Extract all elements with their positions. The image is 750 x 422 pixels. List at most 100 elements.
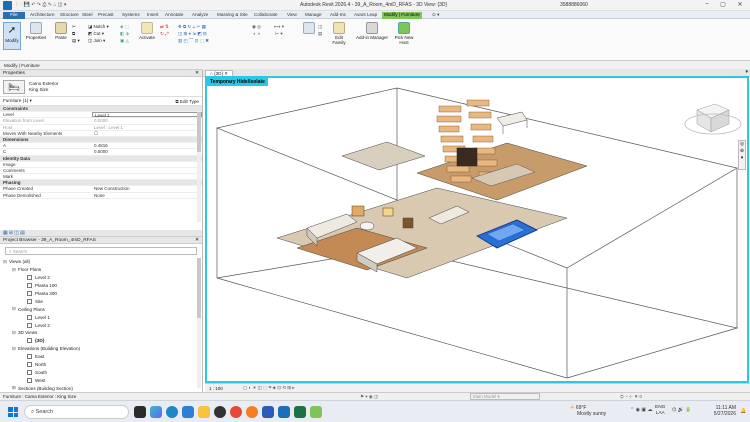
- user-name[interactable]: 3588886060: [560, 2, 588, 8]
- browser-tree-item[interactable]: ⊟ Ceiling Plans: [3, 305, 202, 313]
- properties-scrollbar[interactable]: [197, 112, 201, 222]
- browser-tree-item[interactable]: South: [3, 368, 202, 376]
- geometry-icons[interactable]: ◈ ⬚ ◧ ⬗ ▣ ◬: [120, 23, 129, 44]
- viewcube-icon[interactable]: [684, 103, 742, 135]
- tab-architecture[interactable]: Architecture: [28, 12, 57, 19]
- tab-add-ins[interactable]: Add-Ins: [328, 12, 348, 19]
- modify-tools[interactable]: ✥ ⧉ ↻ ⟂ ✂ ▦ ◫ ⊞ ⌖ ⇲ ◩ ⊟ ▥ ◰ ⌒ ⊡ ⬚ ✖: [178, 23, 209, 44]
- clipboard-small-buttons[interactable]: ✂ ⧉ ▤ ▾: [72, 23, 80, 44]
- tab-modify-furniture[interactable]: Modify | Furniture: [382, 12, 422, 19]
- view-tools[interactable]: ◉ ◎ ◐ ◑: [252, 23, 261, 37]
- addin-manager-button[interactable]: Add-in Manager: [352, 22, 392, 40]
- browser-tree-item[interactable]: North: [3, 361, 202, 369]
- language-indicator[interactable]: ENG LAA: [655, 405, 665, 417]
- browser-scrollbar[interactable]: [197, 258, 201, 388]
- edge-icon[interactable]: [166, 406, 178, 418]
- browser-tree-item[interactable]: ⊟ 3D Views: [3, 329, 202, 337]
- paste-button[interactable]: Paste: [52, 22, 70, 40]
- navigation-bar[interactable]: ◎ ⊕ ▾: [738, 140, 746, 170]
- close-icon[interactable]: ✕: [195, 71, 199, 76]
- tab-file[interactable]: File: [3, 12, 25, 19]
- property-row[interactable]: Phase Demolished None: [0, 193, 202, 199]
- browser-tree-item[interactable]: West: [3, 376, 202, 384]
- revit-logo-icon[interactable]: [3, 1, 12, 10]
- browser-tree-item[interactable]: Planta 300: [3, 290, 202, 298]
- minimize-button[interactable]: –: [700, 1, 714, 10]
- model-selector[interactable]: Main Model ▾: [470, 393, 540, 400]
- create-small[interactable]: ◫ ▤: [318, 23, 322, 37]
- tab-insert[interactable]: Insert: [145, 12, 161, 19]
- property-value[interactable]: [92, 174, 202, 179]
- view-control-icons[interactable]: ▢ ◐ ☀ ◫ ⬚ ⌗ ◈ ⊡ ⟲ ⊞ ▸: [243, 385, 295, 391]
- model-3d-drawing[interactable]: [207, 78, 747, 381]
- geometry-buttons[interactable]: ◪ Notch ▾ ◩ Cut ▾ ◫ Join ▾: [88, 23, 109, 44]
- browser-tree-item[interactable]: Level 2: [3, 274, 202, 282]
- browser-tree-item[interactable]: {3D}: [3, 337, 202, 345]
- browser-tree-item[interactable]: East: [3, 353, 202, 361]
- properties-button[interactable]: Properties: [25, 22, 47, 40]
- edit-type-button[interactable]: ⧉ Edit Type: [175, 99, 199, 104]
- firefox-icon[interactable]: [246, 406, 258, 418]
- task-view-icon[interactable]: [134, 406, 146, 418]
- property-value[interactable]: [92, 162, 202, 167]
- browser-tree-item[interactable]: ⊟ Floor Plans: [3, 266, 202, 274]
- excel-icon[interactable]: [294, 406, 306, 418]
- controls-icons[interactable]: ⇄ ⇅ ↻ ⤢: [160, 23, 169, 37]
- pick-new-host-button[interactable]: Pick New Host: [392, 22, 416, 45]
- property-value[interactable]: 0.0000: [92, 118, 202, 123]
- close-button[interactable]: ✕: [733, 1, 747, 10]
- tab-manage[interactable]: Manage: [303, 12, 324, 19]
- modify-button[interactable]: ➚ Modify: [3, 22, 21, 50]
- 3d-viewport[interactable]: [205, 76, 749, 383]
- create-button[interactable]: [298, 22, 320, 35]
- tab-menu-icon[interactable]: ▾: [745, 69, 748, 75]
- explorer-icon[interactable]: [198, 406, 210, 418]
- activate-button[interactable]: Activate: [137, 22, 157, 40]
- word-icon[interactable]: [262, 406, 274, 418]
- close-icon[interactable]: ✕: [195, 238, 199, 243]
- property-value[interactable]: ☐: [92, 131, 202, 136]
- type-selector[interactable]: 🛏 Camo Exterior King Size: [0, 77, 202, 97]
- browser-tree-item[interactable]: Level 2: [3, 321, 202, 329]
- tab-analyze[interactable]: Analyze: [190, 12, 210, 19]
- measure-button[interactable]: ⟷ ▾ ⊢ ▾: [274, 23, 284, 37]
- tab-view[interactable]: View: [285, 12, 299, 19]
- browser-tree-item[interactable]: ⊞ Sections (Building Section): [3, 384, 202, 392]
- property-value[interactable]: 0.5000: [92, 149, 202, 154]
- maximize-button[interactable]: ▢: [716, 1, 730, 10]
- tab-collaborate[interactable]: Collaborate: [252, 12, 280, 19]
- copilot-icon[interactable]: [150, 406, 162, 418]
- edit-family-button[interactable]: Edit Family: [328, 22, 350, 45]
- tab-systems[interactable]: Systems: [120, 12, 142, 19]
- quick-access-icons[interactable]: 🗁 💾 ↶ ↷ ⎙ ✎ ⌂ ◫ ▾: [16, 2, 66, 10]
- property-value[interactable]: Level : Level 1: [92, 125, 202, 130]
- obs-icon[interactable]: [214, 406, 226, 418]
- property-value[interactable]: None: [92, 193, 202, 198]
- browser-tree-item[interactable]: ⊟ Views (all): [3, 258, 202, 266]
- notification-icon[interactable]: 🔔: [740, 408, 746, 414]
- taskbar-search-box[interactable]: ⌕ Search: [24, 405, 129, 419]
- start-icon[interactable]: [8, 407, 18, 417]
- app-green-icon[interactable]: [310, 406, 322, 418]
- vscode-icon[interactable]: [182, 406, 194, 418]
- revit-icon[interactable]: [278, 406, 290, 418]
- tab-steel[interactable]: Steel: [80, 12, 94, 19]
- clock[interactable]: 11:11 AM 5/27/2026: [702, 405, 736, 417]
- browser-tree-item[interactable]: Level 1: [3, 313, 202, 321]
- chrome-icon[interactable]: [230, 406, 242, 418]
- system-tray-status[interactable]: ⌬ 🔊 🔋: [672, 407, 692, 413]
- tab-massing-site[interactable]: Massing & Site: [215, 12, 250, 19]
- instance-filter-select[interactable]: Furniture (1) ▾: [3, 98, 32, 104]
- tab-structure[interactable]: Structure: [58, 12, 81, 19]
- browser-tree-item[interactable]: Planta 100: [3, 282, 202, 290]
- scale-readout[interactable]: 1 : 100: [209, 386, 223, 391]
- weather-widget[interactable]: ☀ 69°F Mostly sunny: [570, 405, 606, 417]
- browser-tree-item[interactable]: ⊟ Elevations (Building Elevation): [3, 345, 202, 353]
- browser-tree-item[interactable]: Site: [3, 297, 202, 305]
- property-value[interactable]: Level 1: [92, 112, 202, 118]
- property-value[interactable]: [92, 168, 202, 173]
- tab-precast[interactable]: Precast: [96, 12, 116, 19]
- browser-search[interactable]: ⌕ Search: [5, 247, 197, 255]
- tray-icons[interactable]: ⌃ ◉ ▣ ☁: [630, 407, 652, 413]
- tab-extra-icon[interactable]: ⊙ ▾: [430, 12, 441, 19]
